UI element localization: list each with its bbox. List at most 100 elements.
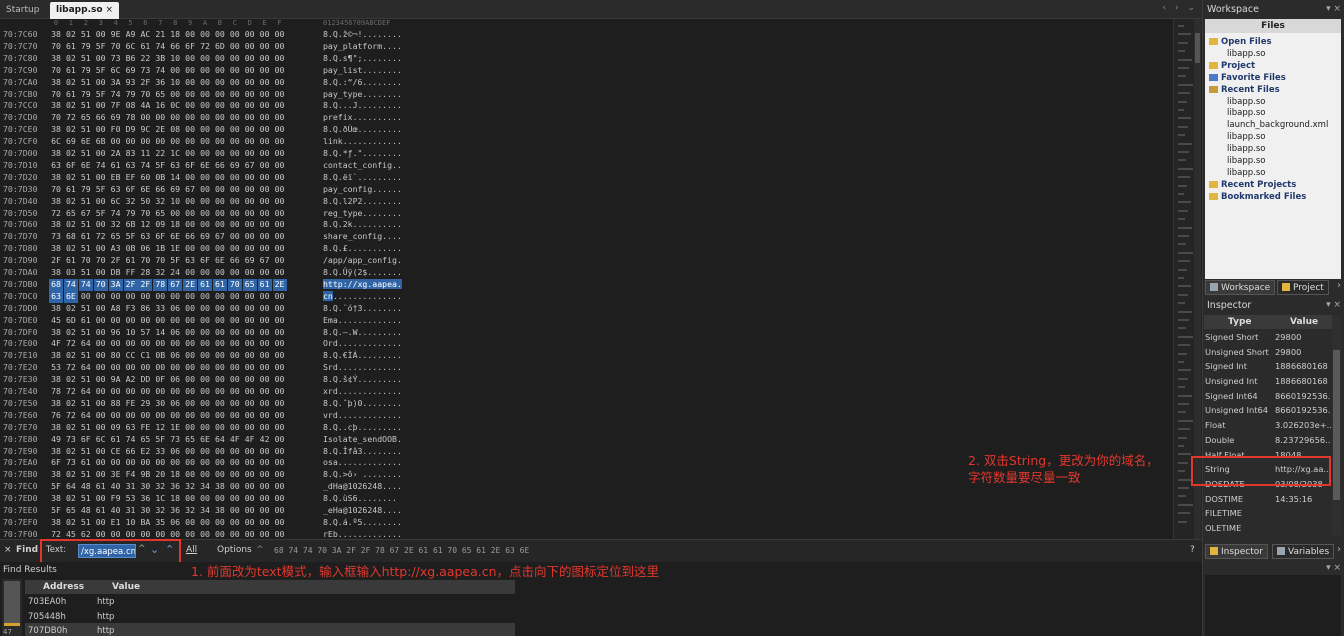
hex-byte[interactable]: 2E bbox=[153, 124, 167, 136]
hex-byte[interactable]: 2E bbox=[183, 278, 198, 291]
hex-byte[interactable]: 02 bbox=[64, 148, 78, 160]
hex-byte[interactable]: 00 bbox=[183, 350, 197, 362]
hex-byte[interactable]: 57 bbox=[138, 327, 152, 339]
hex-byte[interactable]: 00 bbox=[198, 386, 212, 398]
hex-byte[interactable]: 51 bbox=[79, 29, 93, 41]
inspector-row-filetime[interactable]: FILETIME bbox=[1204, 505, 1332, 520]
hex-byte[interactable]: 00 bbox=[124, 362, 138, 374]
hex-byte[interactable]: 00 bbox=[228, 124, 242, 136]
hex-row[interactable]: 70:7F00 72 45 62 00 00 00 00 00 00 00 00 00 00 00 00 00 r… bbox=[0, 529, 1173, 539]
hex-byte[interactable]: 00 bbox=[213, 65, 227, 77]
hex-byte[interactable]: 00 bbox=[94, 517, 108, 529]
hex-byte[interactable]: 51 bbox=[79, 53, 93, 65]
hex-byte[interactable]: 00 bbox=[124, 136, 138, 148]
hex-byte[interactable]: 00 bbox=[138, 315, 152, 327]
hex-byte[interactable]: 00 bbox=[243, 77, 257, 89]
hex-row[interactable]: 70:7DC0 63 6E 00 00 00 00 00 00 00 00 00 00 00 00 00 00 c… bbox=[0, 290, 1173, 303]
hex-byte[interactable]: 00 bbox=[183, 303, 197, 315]
hex-row[interactable]: 70:7CB0 70 61 79 5F 74 79 70 65 00 00 00 00 00 00 00 00 p… bbox=[0, 89, 1173, 101]
tree-file-item[interactable]: launch_background.xml bbox=[1227, 120, 1328, 130]
hex-byte[interactable]: 6C bbox=[109, 196, 123, 208]
hex-byte[interactable]: 00 bbox=[243, 53, 257, 65]
hex-byte[interactable]: 67 bbox=[213, 231, 227, 243]
hex-byte[interactable]: 00 bbox=[183, 100, 197, 112]
hex-byte[interactable]: 02 bbox=[64, 243, 78, 255]
hex-byte[interactable]: 6E bbox=[79, 160, 93, 172]
hex-byte[interactable]: 38 bbox=[49, 374, 63, 386]
hex-byte[interactable]: 5F bbox=[94, 65, 108, 77]
hex-byte[interactable]: 00 bbox=[258, 184, 272, 196]
hex-byte[interactable]: 00 bbox=[198, 446, 212, 458]
inspector-row-oletime[interactable]: OLETIME bbox=[1204, 520, 1332, 535]
hex-byte[interactable]: 00 bbox=[258, 160, 272, 172]
help-icon[interactable]: ? bbox=[1190, 545, 1195, 555]
hex-byte[interactable]: 34 bbox=[198, 505, 212, 517]
hex-byte[interactable]: 51 bbox=[79, 77, 93, 89]
hex-byte[interactable]: 00 bbox=[258, 327, 272, 339]
hex-byte[interactable]: 61 bbox=[94, 481, 108, 493]
hex-byte[interactable]: 00 bbox=[273, 184, 287, 196]
hex-byte[interactable]: 00 bbox=[258, 398, 272, 410]
hex-byte[interactable]: 10 bbox=[124, 517, 138, 529]
hex-byte[interactable]: 00 bbox=[273, 231, 287, 243]
hex-byte[interactable]: 00 bbox=[94, 374, 108, 386]
hex-byte[interactable]: 00 bbox=[138, 386, 152, 398]
hex-byte[interactable]: 96 bbox=[109, 327, 123, 339]
hex-byte[interactable]: 36 bbox=[153, 77, 167, 89]
hex-byte[interactable]: 00 bbox=[183, 267, 197, 279]
hex-byte[interactable]: 00 bbox=[79, 291, 93, 303]
hex-byte[interactable]: 14 bbox=[153, 327, 167, 339]
hex-byte[interactable]: 00 bbox=[243, 469, 257, 481]
hex-byte[interactable]: 1B bbox=[153, 243, 167, 255]
hex-byte[interactable]: 00 bbox=[213, 315, 227, 327]
hex-byte[interactable]: 61 bbox=[109, 434, 123, 446]
hex-byte[interactable]: 70 bbox=[138, 208, 152, 220]
hex-byte[interactable]: 38 bbox=[49, 493, 63, 505]
ascii-text[interactable]: 8.Q.ëï`......... bbox=[323, 172, 402, 184]
hex-byte[interactable]: 74 bbox=[78, 278, 93, 291]
hex-byte[interactable]: 36 bbox=[138, 493, 152, 505]
hex-byte[interactable]: 00 bbox=[94, 327, 108, 339]
hex-byte[interactable]: 6F bbox=[64, 160, 78, 172]
hex-byte[interactable]: AC bbox=[138, 29, 152, 41]
tree-file-item[interactable]: libapp.so bbox=[1227, 144, 1265, 154]
ascii-text[interactable]: pay_config...... bbox=[323, 184, 402, 196]
hex-byte[interactable]: 80 bbox=[109, 350, 123, 362]
hex-byte[interactable]: 00 bbox=[183, 65, 197, 77]
hex-byte[interactable]: 00 bbox=[198, 148, 212, 160]
hex-byte[interactable]: 00 bbox=[273, 124, 287, 136]
hex-byte[interactable]: 51 bbox=[79, 469, 93, 481]
hex-byte[interactable]: 00 bbox=[94, 315, 108, 327]
ascii-text[interactable]: 8.Q.Ûÿ(2$....... bbox=[323, 267, 402, 279]
ascii-text[interactable]: 8.Q.¨ó†3........ bbox=[323, 303, 402, 315]
hex-byte[interactable]: 00 bbox=[198, 267, 212, 279]
hex-byte[interactable]: 6E bbox=[63, 290, 78, 303]
hex-byte[interactable]: 00 bbox=[183, 386, 197, 398]
hex-byte[interactable]: 74 bbox=[153, 65, 167, 77]
hex-byte[interactable]: 63 bbox=[109, 184, 123, 196]
hex-byte[interactable]: 51 bbox=[79, 493, 93, 505]
hex-byte[interactable]: 00 bbox=[198, 350, 212, 362]
hex-byte[interactable]: 00 bbox=[258, 422, 272, 434]
hex-byte[interactable]: 00 bbox=[213, 529, 227, 539]
inspector-value[interactable]: 1886680168 bbox=[1275, 376, 1331, 386]
hex-byte[interactable]: 00 bbox=[243, 529, 257, 539]
hex-byte[interactable]: 2F bbox=[49, 255, 63, 267]
hex-byte[interactable]: 00 bbox=[273, 362, 287, 374]
hex-byte[interactable]: 63 bbox=[183, 255, 197, 267]
hex-byte[interactable]: 7F bbox=[109, 100, 123, 112]
hex-byte[interactable]: 00 bbox=[94, 291, 108, 303]
hex-byte[interactable]: 5F bbox=[94, 208, 108, 220]
hex-byte[interactable]: 00 bbox=[183, 89, 197, 101]
hex-byte[interactable]: 00 bbox=[243, 493, 257, 505]
hex-byte[interactable]: 38 bbox=[49, 398, 63, 410]
ascii-text[interactable]: 8.Q.s¶";........ bbox=[323, 53, 402, 65]
hex-byte[interactable]: 00 bbox=[153, 315, 167, 327]
hex-byte[interactable]: 0B bbox=[153, 172, 167, 184]
hex-byte[interactable]: 3A bbox=[109, 77, 123, 89]
hex-byte[interactable]: 00 bbox=[258, 505, 272, 517]
hex-row[interactable]: 70:7E30 38 02 51 00 9A A2 DD 0F 06 00 00 00 00 00 00 00 8… bbox=[0, 374, 1173, 386]
hex-byte[interactable]: 00 bbox=[198, 493, 212, 505]
hex-byte[interactable]: 64 bbox=[79, 410, 93, 422]
inspector-row-dostime[interactable]: DOSTIME 14:35:16 bbox=[1204, 491, 1332, 506]
